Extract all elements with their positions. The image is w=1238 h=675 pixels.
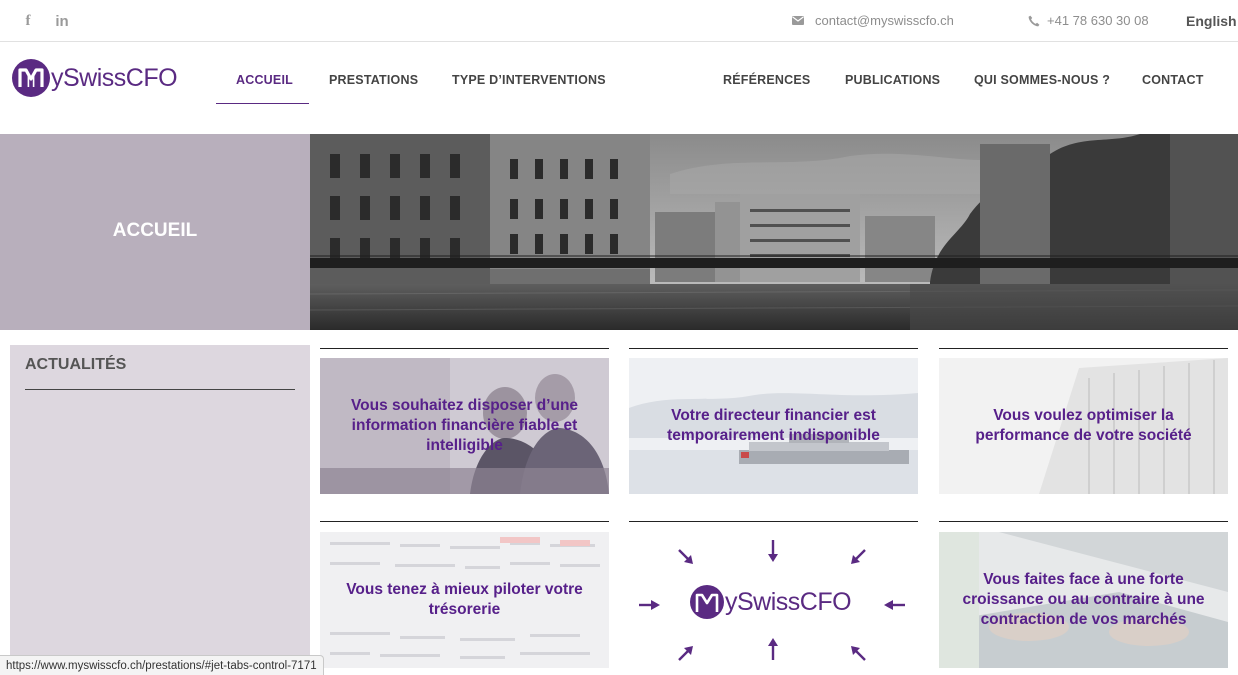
contact-phone-text: +41 78 630 30 08 xyxy=(1047,13,1149,28)
card-divider xyxy=(320,348,609,349)
service-card-treasury[interactable]: Vous tenez à mieux piloter votre trésore… xyxy=(320,532,609,668)
news-sidebar-divider xyxy=(25,389,295,390)
language-switch[interactable]: English xyxy=(1186,13,1237,29)
news-sidebar: ACTUALITÉS xyxy=(10,345,310,675)
nav-type-interventions[interactable]: TYPE D’INTERVENTIONS xyxy=(452,73,606,87)
card-logo-text: ySwissCFO xyxy=(725,588,852,616)
service-card-text: Vous faites face à une forte croissance … xyxy=(962,571,1205,628)
status-bar-url: https://www.myswisscfo.ch/prestations/#j… xyxy=(6,659,317,672)
card-divider xyxy=(629,521,918,522)
logo-mark xyxy=(12,59,50,97)
page-title-block: ACCUEIL xyxy=(0,134,310,330)
facebook-icon[interactable]: f xyxy=(18,11,38,31)
envelope-icon xyxy=(792,16,804,25)
top-bar: f in contact@myswisscfo.ch +41 78 630 30… xyxy=(0,0,1238,42)
nav-accueil[interactable]: ACCUEIL xyxy=(236,73,293,87)
service-card-reliable-info[interactable]: Vous souhaitez disposer d’une informatio… xyxy=(320,358,609,494)
geneva-city-photo xyxy=(310,134,1238,330)
site-header: ySwissCFO ACCUEIL PRESTATIONS TYPE D’INT… xyxy=(0,43,1238,134)
service-card-growth[interactable]: Vous faites face à une forte croissance … xyxy=(939,532,1228,668)
card-divider xyxy=(629,348,918,349)
nav-prestations[interactable]: PRESTATIONS xyxy=(329,73,418,87)
nav-references[interactable]: RÉFÉRENCES xyxy=(723,73,810,87)
service-card-performance[interactable]: Vous voulez optimiser la performance de … xyxy=(939,358,1228,494)
news-sidebar-title: ACTUALITÉS xyxy=(25,356,127,373)
contact-email-text: contact@myswisscfo.ch xyxy=(815,13,954,28)
nav-qui-sommes-nous[interactable]: QUI SOMMES-NOUS ? xyxy=(974,73,1110,87)
linkedin-icon[interactable]: in xyxy=(52,11,72,31)
nav-contact[interactable]: CONTACT xyxy=(1142,73,1204,87)
myswisscfo-logo-card[interactable]: ySwissCFO xyxy=(629,532,918,668)
active-nav-underline xyxy=(216,103,309,104)
contact-email-link[interactable]: contact@myswisscfo.ch xyxy=(792,13,954,28)
card-divider xyxy=(320,521,609,522)
phone-icon xyxy=(1028,15,1040,26)
service-card-text: Votre directeur financier est temporaire… xyxy=(667,407,880,444)
site-logo[interactable]: ySwissCFO xyxy=(12,59,178,97)
service-card-text: Vous tenez à mieux piloter votre trésore… xyxy=(346,581,583,618)
browser-status-bar: https://www.myswisscfo.ch/prestations/#j… xyxy=(0,655,324,675)
card-divider xyxy=(939,521,1228,522)
page-title: ACCUEIL xyxy=(112,220,198,241)
nav-publications[interactable]: PUBLICATIONS xyxy=(845,73,940,87)
service-card-text: Vous souhaitez disposer d’une informatio… xyxy=(350,397,579,454)
card-divider xyxy=(939,348,1228,349)
logo-text: ySwissCFO xyxy=(51,63,178,92)
service-card-interim-cfo[interactable]: Votre directeur financier est temporaire… xyxy=(629,358,918,494)
logo-m-icon xyxy=(18,68,44,87)
contact-phone-link[interactable]: +41 78 630 30 08 xyxy=(1028,13,1149,28)
service-card-text: Vous voulez optimiser la performance de … xyxy=(975,407,1192,444)
